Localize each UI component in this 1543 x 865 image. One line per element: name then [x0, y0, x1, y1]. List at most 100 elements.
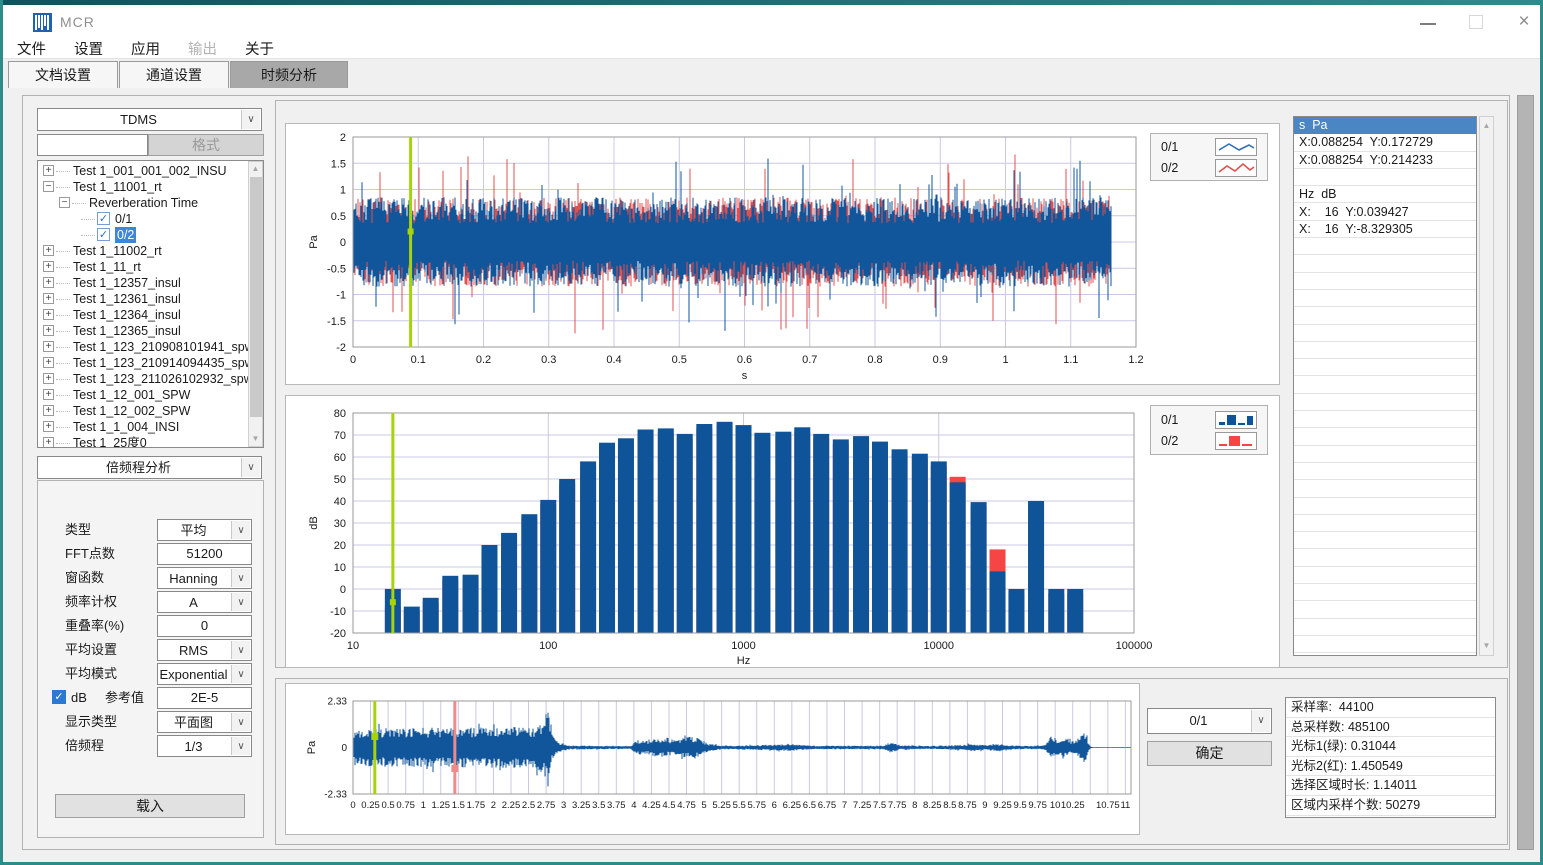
readout-row: Hz dB — [1294, 186, 1476, 203]
full-waveform-chart[interactable]: 00.250.50.7511.251.51.7522.252.52.7533.2… — [285, 683, 1140, 835]
tree-item[interactable]: +Test 1_123_211026102932_spw — [38, 371, 248, 387]
setting-select-2[interactable]: Hanning∨ — [157, 567, 252, 589]
svg-text:40: 40 — [334, 496, 346, 508]
collapse-icon[interactable]: − — [43, 181, 54, 192]
info-row: 采样率: 44100 — [1286, 698, 1495, 718]
tree-item[interactable]: +Test 1_123_210914094435_spw — [38, 355, 248, 371]
svg-text:0.3: 0.3 — [541, 354, 556, 366]
scroll-down-icon[interactable]: ▼ — [249, 432, 262, 446]
expand-icon[interactable]: + — [43, 341, 54, 352]
svg-text:10: 10 — [334, 562, 346, 574]
menu-item-设置[interactable]: 设置 — [70, 36, 107, 61]
scrollbar-thumb[interactable] — [250, 177, 262, 417]
tree-item[interactable]: +Test 1_001_001_002_INSU — [38, 163, 248, 179]
setting-select-9[interactable]: 1/3∨ — [157, 735, 252, 757]
expand-icon[interactable]: + — [43, 293, 54, 304]
tree-item-label: Test 1_25度0 — [73, 435, 147, 448]
tree-item[interactable]: +Test 1_11002_rt — [38, 243, 248, 259]
setting-select-3[interactable]: A∨ — [157, 591, 252, 613]
expand-icon[interactable]: + — [43, 373, 54, 384]
tree-item[interactable]: +Test 1_12_002_SPW — [38, 403, 248, 419]
tree-item-label: Test 1_123_210914094435_spw — [73, 355, 254, 371]
format-button[interactable]: 格式 — [148, 134, 264, 156]
filter-input[interactable] — [37, 134, 148, 156]
expand-icon[interactable]: + — [43, 405, 54, 416]
expand-icon[interactable]: + — [43, 421, 54, 432]
menu-item-输出[interactable]: 输出 — [184, 36, 221, 61]
tree-item[interactable]: ✓0/2 — [38, 227, 248, 243]
readout-row — [1294, 480, 1476, 497]
expand-icon[interactable]: + — [43, 261, 54, 272]
svg-text:100: 100 — [539, 640, 557, 652]
expand-icon[interactable]: + — [43, 357, 54, 368]
tree-item[interactable]: + Test 1_25度0 — [38, 435, 248, 448]
bar-0/1 — [754, 433, 770, 633]
expand-icon[interactable]: + — [43, 165, 54, 176]
tree-item[interactable]: +Test 1_12361_insul — [38, 291, 248, 307]
svg-text:-1: -1 — [336, 290, 346, 302]
bar-0/1 — [912, 454, 928, 633]
menu-item-应用[interactable]: 应用 — [127, 36, 164, 61]
setting-select-0[interactable]: 平均∨ — [157, 519, 252, 541]
scroll-up-icon[interactable]: ▲ — [249, 162, 262, 176]
tree-item[interactable]: −Test 1_11001_rt — [38, 179, 248, 195]
bar-series-icon — [1215, 411, 1257, 429]
svg-text:0.4: 0.4 — [606, 354, 621, 366]
tree-item[interactable]: +Test 1_11_rt — [38, 259, 248, 275]
tree-item[interactable]: +Test 1_12_001_SPW — [38, 387, 248, 403]
setting-label: FFT点数 — [65, 543, 115, 565]
file-tree-scrollbar[interactable]: ▲ ▼ — [248, 161, 263, 447]
expand-icon[interactable]: + — [43, 245, 54, 256]
setting-select-5[interactable]: RMS∨ — [157, 639, 252, 661]
setting-select-6[interactable]: Exponential∨ — [157, 663, 252, 685]
main-vertical-scrollbar[interactable] — [1517, 95, 1534, 850]
tree-item-label: Test 1_123_211026102932_spw — [73, 371, 253, 387]
tree-item[interactable]: +Test 1_12365_insul — [38, 323, 248, 339]
tree-item[interactable]: +Test 1_123_210908101941_spw — [38, 339, 248, 355]
tab-文档设置[interactable]: 文档设置 — [8, 61, 118, 88]
readout-row — [1294, 238, 1476, 255]
setting-input-1[interactable]: 51200 — [157, 543, 252, 565]
setting-select-8[interactable]: 平面图∨ — [157, 711, 252, 733]
expand-icon[interactable]: + — [43, 325, 54, 336]
chevron-down-icon: ∨ — [231, 713, 250, 731]
maximize-button[interactable] — [1459, 11, 1493, 33]
time-waveform-chart[interactable]: 21.510.50-0.5-1-1.5-200.10.20.30.40.50.6… — [285, 123, 1280, 385]
tree-item[interactable]: +Test 1_12357_insul — [38, 275, 248, 291]
tree-item[interactable]: −Reverberation Time — [38, 195, 248, 211]
app-logo-icon — [33, 13, 52, 32]
tab-时频分析[interactable]: 时频分析 — [230, 61, 348, 88]
channel-select[interactable]: 0/1 ∨ — [1147, 708, 1272, 734]
expand-icon[interactable]: + — [43, 309, 54, 320]
menu-item-文件[interactable]: 文件 — [13, 36, 50, 61]
expand-icon[interactable]: + — [43, 437, 54, 448]
tab-通道设置[interactable]: 通道设置 — [119, 61, 229, 88]
svg-text:8.75: 8.75 — [958, 800, 977, 811]
confirm-button[interactable]: 确定 — [1147, 741, 1272, 766]
tree-item[interactable]: +Test 1_1_004_INSI — [38, 419, 248, 435]
load-button[interactable]: 载入 — [55, 794, 245, 818]
expand-icon[interactable]: + — [43, 389, 54, 400]
svg-text:10000: 10000 — [923, 640, 954, 652]
expand-icon[interactable]: + — [43, 277, 54, 288]
tree-item[interactable]: ✓0/1 — [38, 211, 248, 227]
minimize-button[interactable] — [1411, 11, 1445, 33]
bar-0/1 — [481, 545, 497, 633]
collapse-icon[interactable]: − — [59, 197, 70, 208]
readout-scrollbar[interactable]: ▲ ▼ — [1479, 116, 1494, 656]
scroll-down-icon[interactable]: ▼ — [1480, 639, 1493, 653]
checkbox-checked-icon[interactable]: ✓ — [97, 212, 110, 225]
setting-input-4[interactable]: 0 — [157, 615, 252, 637]
readout-row — [1294, 515, 1476, 532]
scroll-up-icon[interactable]: ▲ — [1480, 119, 1493, 133]
setting-input-7[interactable]: 2E-5 — [157, 687, 252, 709]
db-checkbox-checked-icon[interactable]: ✓ — [52, 690, 66, 704]
cursor-readout-list[interactable]: s PaX:0.088254 Y:0.172729X:0.088254 Y:0.… — [1293, 116, 1477, 656]
tree-item[interactable]: +Test 1_12364_insul — [38, 307, 248, 323]
checkbox-checked-icon[interactable]: ✓ — [97, 228, 110, 241]
svg-text:2: 2 — [340, 132, 346, 144]
octave-spectrum-chart[interactable]: 80706050403020100-10-2010100100010000100… — [285, 395, 1280, 668]
file-format-select[interactable]: TDMS ∨ — [37, 108, 262, 131]
menu-item-关于[interactable]: 关于 — [241, 36, 278, 61]
analysis-type-select[interactable]: 倍频程分析 ∨ — [37, 456, 262, 479]
